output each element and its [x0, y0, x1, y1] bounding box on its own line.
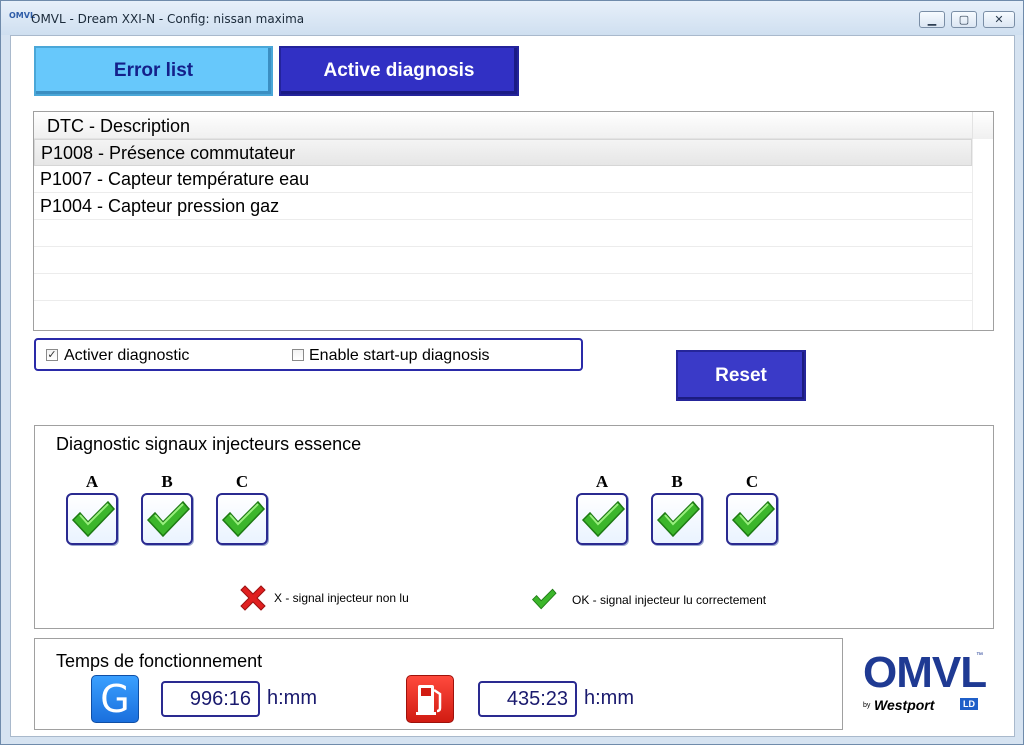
dtc-row[interactable]: P1008 - Présence commutateur — [34, 139, 972, 166]
check-icon — [531, 588, 557, 610]
injector-letter: A — [595, 472, 609, 491]
x-mark-icon — [240, 585, 266, 611]
gas-time-unit: h:mm — [267, 687, 317, 709]
maximize-button[interactable]: ▢ — [951, 11, 977, 28]
tab-error-list[interactable]: Error list — [34, 46, 273, 96]
minimize-button[interactable]: ▁ — [919, 11, 945, 28]
injector-panel-title: Diagnostic signaux injecteurs essence — [56, 434, 362, 454]
logo-westport-text: Westport — [874, 697, 935, 713]
dtc-scroll-area — [972, 139, 993, 330]
injector-letter: C — [235, 472, 249, 491]
tab-active-diagnosis[interactable]: Active diagnosis — [279, 46, 519, 96]
activer-diagnostic-label[interactable]: Activer diagnostic — [64, 347, 189, 365]
injector-status-a — [576, 493, 628, 545]
check-icon — [581, 500, 626, 538]
logo-by-text: by — [863, 702, 871, 709]
legend-x-text: X - signal injecteur non lu — [274, 591, 409, 605]
operating-time-title: Temps de fonctionnement — [56, 651, 263, 671]
omvl-westport-logo: OMVL ™ by Westport LD — [861, 648, 991, 728]
dtc-row[interactable]: P1007 - Capteur température eau — [34, 166, 972, 193]
injector-letter: B — [161, 472, 173, 491]
injector-letter: A — [85, 472, 99, 491]
gas-time-field: 996:16 — [161, 681, 260, 717]
check-icon — [221, 500, 266, 538]
injector-status-b — [141, 493, 193, 545]
dtc-list[interactable]: DTC - Description P1008 - Présence commu… — [33, 111, 994, 331]
injector-status-c — [216, 493, 268, 545]
logo-trademark: ™ — [976, 652, 983, 659]
enable-startup-checkbox[interactable] — [292, 349, 304, 361]
close-button[interactable]: ✕ — [983, 11, 1015, 28]
petrol-time-field: 435:23 — [478, 681, 577, 717]
injector-status-c — [726, 493, 778, 545]
check-icon — [71, 500, 116, 538]
logo-omvl-text: OMVL — [863, 648, 987, 697]
check-icon — [731, 500, 776, 538]
logo-ld-badge: LD — [960, 698, 978, 710]
dtc-row-empty — [34, 247, 972, 274]
title-bar[interactable]: OMVL OMVL - Dream XXI-N - Config: nissan… — [1, 1, 1023, 35]
operating-time-panel: Temps de fonctionnement G 996:16 h:mm 43… — [34, 638, 843, 730]
dtc-row-empty — [34, 220, 972, 247]
enable-startup-label[interactable]: Enable start-up diagnosis — [309, 347, 490, 365]
gas-g-icon: G — [91, 675, 139, 723]
check-icon — [146, 500, 191, 538]
dtc-column-header[interactable]: DTC - Description — [34, 112, 972, 139]
client-area: Error list Active diagnosis DTC - Descri… — [10, 35, 1015, 737]
window-title: OMVL - Dream XXI-N - Config: nissan maxi… — [31, 12, 305, 26]
dtc-row[interactable]: P1004 - Capteur pression gaz — [34, 193, 972, 220]
petrol-time-unit: h:mm — [584, 687, 634, 709]
app-window: OMVL OMVL - Dream XXI-N - Config: nissan… — [0, 0, 1024, 745]
injector-status-b — [651, 493, 703, 545]
fuel-pump-icon — [406, 675, 454, 723]
check-icon — [656, 500, 701, 538]
injector-diagnostic-panel: Diagnostic signaux injecteurs essence A … — [34, 425, 994, 629]
injector-letter: B — [671, 472, 683, 491]
diagnostic-options: ✓ Activer diagnostic Enable start-up dia… — [34, 338, 583, 371]
legend-ok-text: OK - signal injecteur lu correctement — [572, 593, 767, 607]
omvl-app-icon: OMVL — [9, 11, 36, 20]
activer-diagnostic-checkbox[interactable]: ✓ — [46, 349, 58, 361]
reset-button[interactable]: Reset — [676, 350, 806, 401]
dtc-header-filler — [972, 112, 993, 139]
injector-letter: C — [745, 472, 759, 491]
dtc-row-empty — [34, 274, 972, 301]
injector-status-a — [66, 493, 118, 545]
